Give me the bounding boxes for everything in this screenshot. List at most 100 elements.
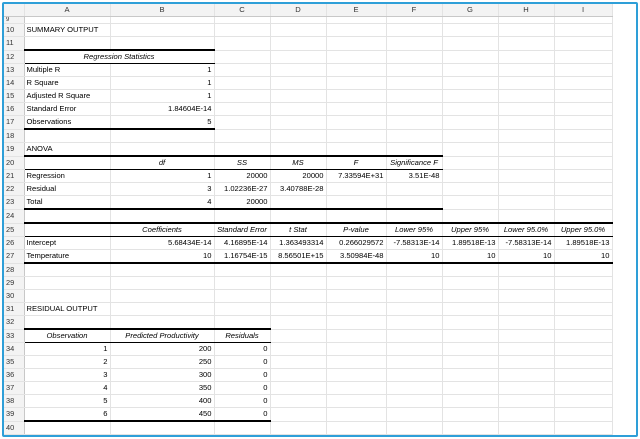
anova-header-df[interactable]: df [110,156,215,170]
stat-label[interactable]: R Square [24,76,111,90]
cell-i39[interactable] [554,407,613,422]
cell-e39[interactable] [326,407,387,422]
coef-value[interactable]: 10 [110,249,215,264]
cell-i17[interactable] [554,115,613,130]
cell-e29[interactable] [326,276,387,290]
column-header-c[interactable]: C [214,4,271,17]
anova-header-significance-f[interactable]: Significance F [386,156,443,170]
row-header-14[interactable]: 14 [4,76,25,90]
cell-a32[interactable] [24,315,111,330]
cell-d40[interactable] [270,421,327,435]
cell-d35[interactable] [270,355,327,369]
cell-h30[interactable] [498,289,555,303]
residual-value[interactable]: 0 [214,342,271,356]
cell-i33[interactable] [554,329,613,343]
cell-h16[interactable] [498,102,555,116]
cell-a24[interactable] [24,209,111,224]
residual-header-predicted[interactable]: Predicted Productivity [110,329,215,343]
cell-c24[interactable] [214,209,271,224]
cell-h34[interactable] [498,342,555,356]
residual-output-title[interactable]: RESIDUAL OUTPUT [24,302,111,316]
coef-value[interactable]: 1.89518E-13 [442,236,499,250]
coef-value[interactable]: -7.58313E-14 [498,236,555,250]
coef-value[interactable]: 10 [386,249,443,264]
cell-d16[interactable] [270,102,327,116]
cell-e37[interactable] [326,381,387,395]
stat-value[interactable]: 5 [110,115,215,130]
column-header-e[interactable]: E [326,4,387,17]
cell-e13[interactable] [326,63,387,77]
row-header-38[interactable]: 38 [4,394,25,408]
cell-g37[interactable] [442,381,499,395]
cell-a25[interactable] [24,223,111,237]
cell-i35[interactable] [554,355,613,369]
cell-d29[interactable] [270,276,327,290]
row-header-10[interactable]: 10 [4,23,25,37]
row-header-20[interactable]: 20 [4,156,25,170]
anova-header-f[interactable]: F [326,156,387,170]
cell-c19[interactable] [214,142,271,157]
cell-f34[interactable] [386,342,443,356]
cell-d32[interactable] [270,315,327,330]
cell-h39[interactable] [498,407,555,422]
cell-f16[interactable] [386,102,443,116]
coef-header-t-stat[interactable]: t Stat [270,223,327,237]
cell-f31[interactable] [386,302,443,316]
anova-df[interactable]: 4 [110,195,215,210]
cell-g14[interactable] [442,76,499,90]
residual-predicted[interactable]: 350 [110,381,215,395]
regression-statistics-header[interactable]: Regression Statistics [24,50,215,64]
cell-b18[interactable] [110,129,215,143]
cell-i34[interactable] [554,342,613,356]
cell-h40[interactable] [498,421,555,435]
cell-a20[interactable] [24,156,111,170]
anova-df[interactable]: 3 [110,182,215,196]
row-header-29[interactable]: 29 [4,276,25,290]
cell-c15[interactable] [214,89,271,103]
cell-h10[interactable] [498,23,555,37]
cell-e14[interactable] [326,76,387,90]
cell-d38[interactable] [270,394,327,408]
coef-header-lower-95-0[interactable]: Lower 95.0% [498,223,555,237]
coef-value[interactable]: 10 [498,249,555,264]
row-header-33[interactable]: 33 [4,329,25,343]
cell-f9[interactable] [386,16,443,24]
cell-b9[interactable] [110,16,215,24]
anova-ms[interactable]: 3.40788E-28 [270,182,327,196]
anova-significance-f[interactable] [386,182,443,196]
cell-h21[interactable] [498,169,555,183]
column-header-i[interactable]: I [554,4,613,17]
cell-e28[interactable] [326,263,387,277]
residual-observation[interactable]: 3 [24,368,111,382]
row-header-23[interactable]: 23 [4,195,25,210]
cell-i30[interactable] [554,289,613,303]
cell-e31[interactable] [326,302,387,316]
cell-c12[interactable] [214,50,271,64]
cell-c13[interactable] [214,63,271,77]
anova-header-ss[interactable]: SS [214,156,271,170]
cell-g15[interactable] [442,89,499,103]
stat-label[interactable]: Standard Error [24,102,111,116]
cell-f17[interactable] [386,115,443,130]
residual-predicted[interactable]: 400 [110,394,215,408]
cell-g29[interactable] [442,276,499,290]
cell-i11[interactable] [554,36,613,51]
cell-b24[interactable] [110,209,215,224]
cell-h23[interactable] [498,195,555,210]
cell-d24[interactable] [270,209,327,224]
cell-d30[interactable] [270,289,327,303]
coef-value[interactable]: 5.68434E-14 [110,236,215,250]
coef-row-label[interactable]: Temperature [24,249,111,264]
cell-g12[interactable] [442,50,499,64]
cell-g18[interactable] [442,129,499,143]
anova-row-label[interactable]: Total [24,195,111,210]
stat-label[interactable]: Multiple R [24,63,111,77]
cell-e17[interactable] [326,115,387,130]
cell-f30[interactable] [386,289,443,303]
cell-a30[interactable] [24,289,111,303]
residual-predicted[interactable]: 200 [110,342,215,356]
cell-i28[interactable] [554,263,613,277]
cell-f35[interactable] [386,355,443,369]
cell-b11[interactable] [110,36,215,51]
cell-g22[interactable] [442,182,499,196]
